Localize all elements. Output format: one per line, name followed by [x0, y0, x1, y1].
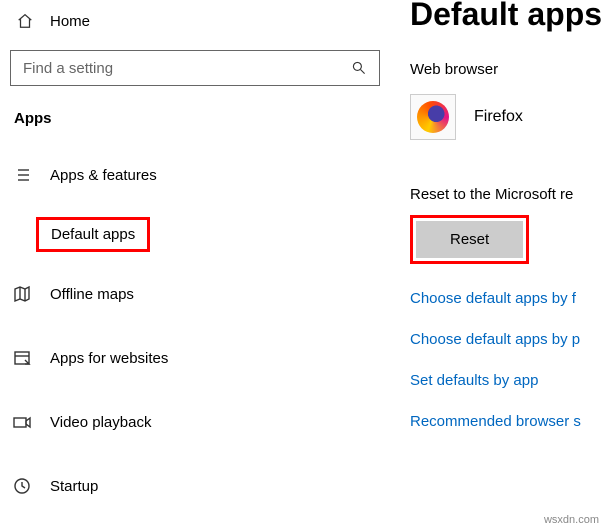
- search-placeholder: Find a setting: [23, 60, 113, 77]
- search-icon: [351, 60, 367, 76]
- sidebar-item-offline-maps[interactable]: Offline maps: [0, 272, 390, 316]
- firefox-icon: [417, 101, 449, 133]
- reset-button[interactable]: Reset: [416, 221, 523, 258]
- sidebar-item-label: Video playback: [50, 414, 151, 431]
- startup-icon: [12, 476, 32, 496]
- sidebar-item-apps-features[interactable]: Apps & features: [0, 153, 390, 197]
- main-panel: Default apps Web browser Firefox Reset t…: [390, 0, 605, 530]
- sidebar-item-label: Offline maps: [50, 286, 134, 303]
- page-title: Default apps: [410, 0, 605, 33]
- sidebar-item-startup[interactable]: Startup: [0, 464, 390, 508]
- sidebar-item-video-playback[interactable]: Video playback: [0, 400, 390, 444]
- link-choose-by-protocol[interactable]: Choose default apps by p: [410, 331, 605, 348]
- nav-home[interactable]: Home: [0, 6, 390, 44]
- browser-name: Firefox: [474, 108, 523, 126]
- web-browser-label: Web browser: [410, 61, 605, 78]
- map-icon: [12, 284, 32, 304]
- browser-app-tile: [410, 94, 456, 140]
- sidebar-item-label: Default apps: [51, 226, 135, 243]
- apps-websites-icon: [12, 348, 32, 368]
- nav-home-label: Home: [50, 13, 90, 30]
- sidebar-item-label: Startup: [50, 478, 98, 495]
- search-input[interactable]: Find a setting: [10, 50, 380, 86]
- section-heading: Apps: [14, 110, 390, 127]
- sidebar-item-default-apps[interactable]: Default apps: [36, 217, 150, 252]
- list-icon: [12, 165, 32, 185]
- watermark: wsxdn.com: [544, 514, 599, 526]
- link-recommended-browser[interactable]: Recommended browser s: [410, 413, 605, 430]
- sidebar-item-label: Apps & features: [50, 167, 157, 184]
- video-icon: [12, 412, 32, 432]
- sidebar-item-apps-websites[interactable]: Apps for websites: [0, 336, 390, 380]
- home-icon: [16, 12, 34, 30]
- sidebar-item-label: Apps for websites: [50, 350, 168, 367]
- default-browser-row[interactable]: Firefox: [410, 94, 605, 140]
- reset-description: Reset to the Microsoft re: [410, 186, 605, 203]
- settings-sidebar: Home Find a setting Apps Apps & features…: [0, 0, 390, 530]
- link-choose-by-filetype[interactable]: Choose default apps by f: [410, 290, 605, 307]
- reset-highlight: Reset: [410, 215, 529, 264]
- link-set-defaults-by-app[interactable]: Set defaults by app: [410, 372, 605, 389]
